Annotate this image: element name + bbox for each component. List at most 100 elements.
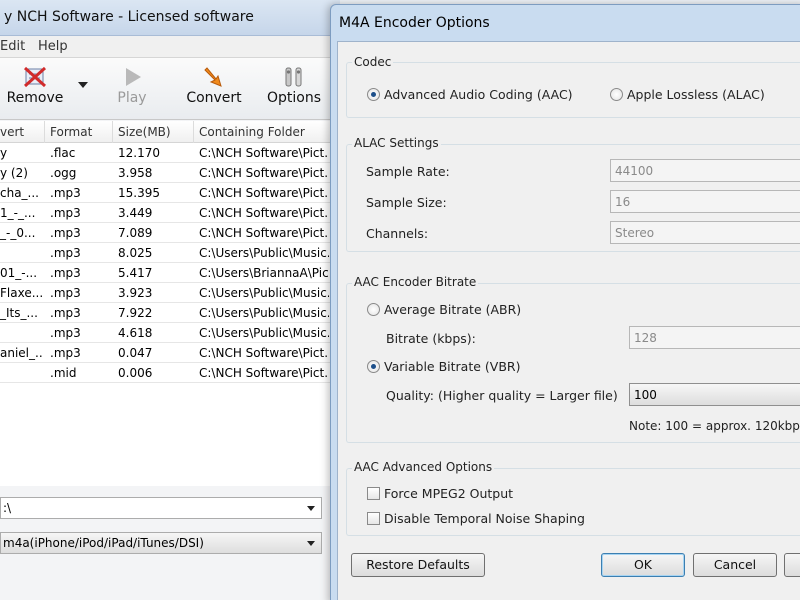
column-separator[interactable]: [112, 121, 113, 143]
cell-format: .mp3: [50, 346, 81, 360]
quality-note: Note: 100 = approx. 120kbps V: [629, 419, 800, 433]
cancel-button[interactable]: Cancel: [693, 553, 777, 577]
main-window-title: y NCH Software - Licensed software: [4, 9, 254, 25]
file-list: vert Format Size(MB) Containing Folder y…: [0, 121, 332, 486]
sample-size-field[interactable]: 16: [610, 190, 800, 213]
cell-name: y: [0, 146, 8, 160]
cell-size: 4.618: [118, 326, 153, 340]
bitrate-value: 128: [634, 331, 657, 345]
vbr-label[interactable]: Variable Bitrate (VBR): [384, 359, 520, 374]
restore-defaults-button[interactable]: Restore Defaults: [351, 553, 485, 577]
cell-name: cha_...: [0, 186, 39, 200]
cell-format: .ogg: [50, 166, 77, 180]
column-header-folder[interactable]: Containing Folder: [199, 125, 305, 139]
tools-icon: [285, 67, 302, 87]
cell-size: 15.395: [118, 186, 160, 200]
codec-group-title: Codec: [352, 55, 394, 69]
table-row[interactable]: cha_... .mp3 15.395 C:\NCH Software\Pict...: [0, 183, 332, 203]
table-row[interactable]: y (2) .ogg 3.958 C:\NCH Software\Pict...: [0, 163, 332, 183]
aac-label[interactable]: Advanced Audio Coding (AAC): [384, 87, 573, 102]
output-folder-combo[interactable]: :\: [0, 497, 322, 519]
cell-name: Flaxe...: [0, 286, 42, 300]
menu-help[interactable]: Help: [38, 39, 68, 54]
output-format-combo[interactable]: m4a(iPhone/iPod/iPad/iTunes/DSI): [0, 532, 322, 554]
cell-size: 0.047: [118, 346, 153, 360]
play-icon: [126, 68, 141, 86]
cell-name: 01_-...: [0, 266, 38, 280]
cell-folder: C:\NCH Software\Pict...: [199, 166, 329, 180]
play-button[interactable]: Play: [112, 60, 152, 116]
table-row[interactable]: 01_-... .mp3 5.417 C:\Users\BriannaA\Pic...: [0, 263, 332, 283]
cell-size: 0.006: [118, 366, 153, 380]
dialog-body: Codec Advanced Audio Coding (AAC) Apple …: [337, 41, 800, 600]
chevron-down-icon[interactable]: [307, 506, 315, 511]
remove-button[interactable]: Remove: [4, 60, 66, 116]
alac-radio[interactable]: [610, 88, 623, 101]
ok-button[interactable]: OK: [601, 553, 685, 577]
output-folder-value: :\: [3, 501, 12, 515]
options-button[interactable]: Options: [264, 60, 324, 116]
bitrate-field[interactable]: 128: [629, 326, 800, 349]
disable-tns-checkbox[interactable]: [367, 512, 380, 525]
file-list-header: vert Format Size(MB) Containing Folder: [0, 121, 332, 143]
channels-field[interactable]: Stereo: [610, 221, 800, 244]
abr-radio[interactable]: [367, 303, 380, 316]
cell-name: aniel_...: [0, 346, 42, 360]
convert-button[interactable]: Convert: [184, 60, 244, 116]
cell-folder: C:\Users\Public\Music...: [199, 286, 329, 300]
cell-size: 8.025: [118, 246, 153, 260]
column-separator[interactable]: [44, 121, 45, 143]
cell-folder: C:\Users\Public\Music...: [199, 326, 329, 340]
column-header-convert[interactable]: vert: [0, 125, 24, 139]
table-row[interactable]: 1_-_... .mp3 3.449 C:\NCH Software\Pict...: [0, 203, 332, 223]
disable-tns-label[interactable]: Disable Temporal Noise Shaping: [384, 511, 585, 526]
vbr-radio[interactable]: [367, 360, 380, 373]
table-row[interactable]: y .flac 12.170 C:\NCH Software\Pict...: [0, 143, 332, 163]
table-row[interactable]: Flaxe... .mp3 3.923 C:\Users\Public\Music..…: [0, 283, 332, 303]
table-row[interactable]: .mid 0.006 C:\NCH Software\Pict...: [0, 363, 332, 383]
table-row[interactable]: .mp3 4.618 C:\Users\Public\Music...: [0, 323, 332, 343]
menu-edit[interactable]: Edit: [0, 39, 25, 54]
convert-icon: [204, 67, 222, 87]
column-header-size[interactable]: Size(MB): [118, 125, 171, 139]
abr-label[interactable]: Average Bitrate (ABR): [384, 302, 521, 317]
m4a-encoder-options-dialog: M4A Encoder Options Codec Advanced Audio…: [330, 4, 800, 600]
cell-folder: C:\NCH Software\Pict...: [199, 206, 329, 220]
cell-name: 1_-_...: [0, 206, 36, 220]
output-format-value: m4a(iPhone/iPod/iPad/iTunes/DSI): [3, 536, 204, 550]
column-separator[interactable]: [193, 121, 194, 143]
cell-folder: C:\NCH Software\Pict...: [199, 186, 329, 200]
remove-label: Remove: [6, 90, 64, 106]
cell-format: .mp3: [50, 266, 81, 280]
cell-format: .mp3: [50, 186, 81, 200]
bitrate-group-title: AAC Encoder Bitrate: [352, 275, 479, 289]
remove-dropdown-arrow-icon[interactable]: [78, 82, 88, 88]
cell-folder: C:\Users\Public\Music...: [199, 246, 329, 260]
aac-radio[interactable]: [367, 88, 380, 101]
cell-name: _-_0...: [0, 226, 36, 240]
options-label: Options: [266, 90, 322, 106]
quality-label: Quality: (Higher quality = Larger file): [386, 388, 618, 403]
bitrate-kbps-label: Bitrate (kbps):: [386, 331, 476, 346]
column-header-format[interactable]: Format: [50, 125, 92, 139]
sample-rate-field[interactable]: 44100: [610, 159, 800, 182]
table-row[interactable]: _-_0... .mp3 7.089 C:\NCH Software\Pict...: [0, 223, 332, 243]
sample-rate-value: 44100: [615, 164, 654, 178]
sample-size-value: 16: [615, 195, 631, 209]
chevron-down-icon[interactable]: [307, 541, 315, 546]
table-row[interactable]: _Its_... .mp3 7.922 C:\Users\Public\Music..…: [0, 303, 332, 323]
table-row[interactable]: .mp3 8.025 C:\Users\Public\Music...: [0, 243, 332, 263]
file-rows: y .flac 12.170 C:\NCH Software\Pict... y (2…: [0, 143, 332, 383]
alac-label[interactable]: Apple Lossless (ALAC): [627, 87, 765, 102]
sample-rate-label: Sample Rate:: [366, 164, 450, 179]
table-row[interactable]: aniel_... .mp3 0.047 C:\NCH Software\Pict..…: [0, 343, 332, 363]
cell-format: .mid: [50, 366, 77, 380]
force-mpeg2-checkbox[interactable]: [367, 487, 380, 500]
cell-folder: C:\NCH Software\Pict...: [199, 146, 329, 160]
quality-field[interactable]: 100: [629, 383, 800, 406]
advanced-group-title: AAC Advanced Options: [352, 460, 495, 474]
cell-name: y (2): [0, 166, 28, 180]
cell-size: 3.923: [118, 286, 153, 300]
help-button[interactable]: [784, 553, 800, 577]
force-mpeg2-label[interactable]: Force MPEG2 Output: [384, 486, 513, 501]
